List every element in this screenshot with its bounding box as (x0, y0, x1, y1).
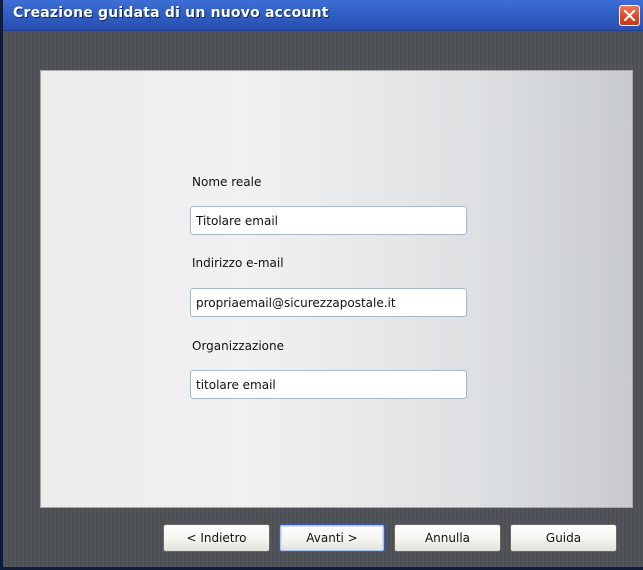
organization-input[interactable] (190, 370, 467, 399)
title-bar[interactable]: Creazione guidata di un nuovo account (3, 0, 643, 31)
help-button[interactable]: Guida (510, 524, 617, 552)
email-address-label: Indirizzo e-mail (192, 256, 284, 270)
close-button[interactable] (619, 5, 640, 26)
cancel-button[interactable]: Annulla (394, 524, 501, 552)
organization-label: Organizzazione (192, 339, 284, 353)
wizard-window: Creazione guidata di un nuovo account No… (0, 0, 643, 570)
real-name-input[interactable] (190, 206, 467, 235)
window-title: Creazione guidata di un nuovo account (13, 5, 329, 21)
back-button[interactable]: < Indietro (163, 524, 270, 552)
next-button[interactable]: Avanti > (279, 524, 385, 552)
real-name-label: Nome reale (192, 175, 262, 189)
email-address-input[interactable] (190, 288, 467, 317)
close-icon (623, 9, 636, 22)
